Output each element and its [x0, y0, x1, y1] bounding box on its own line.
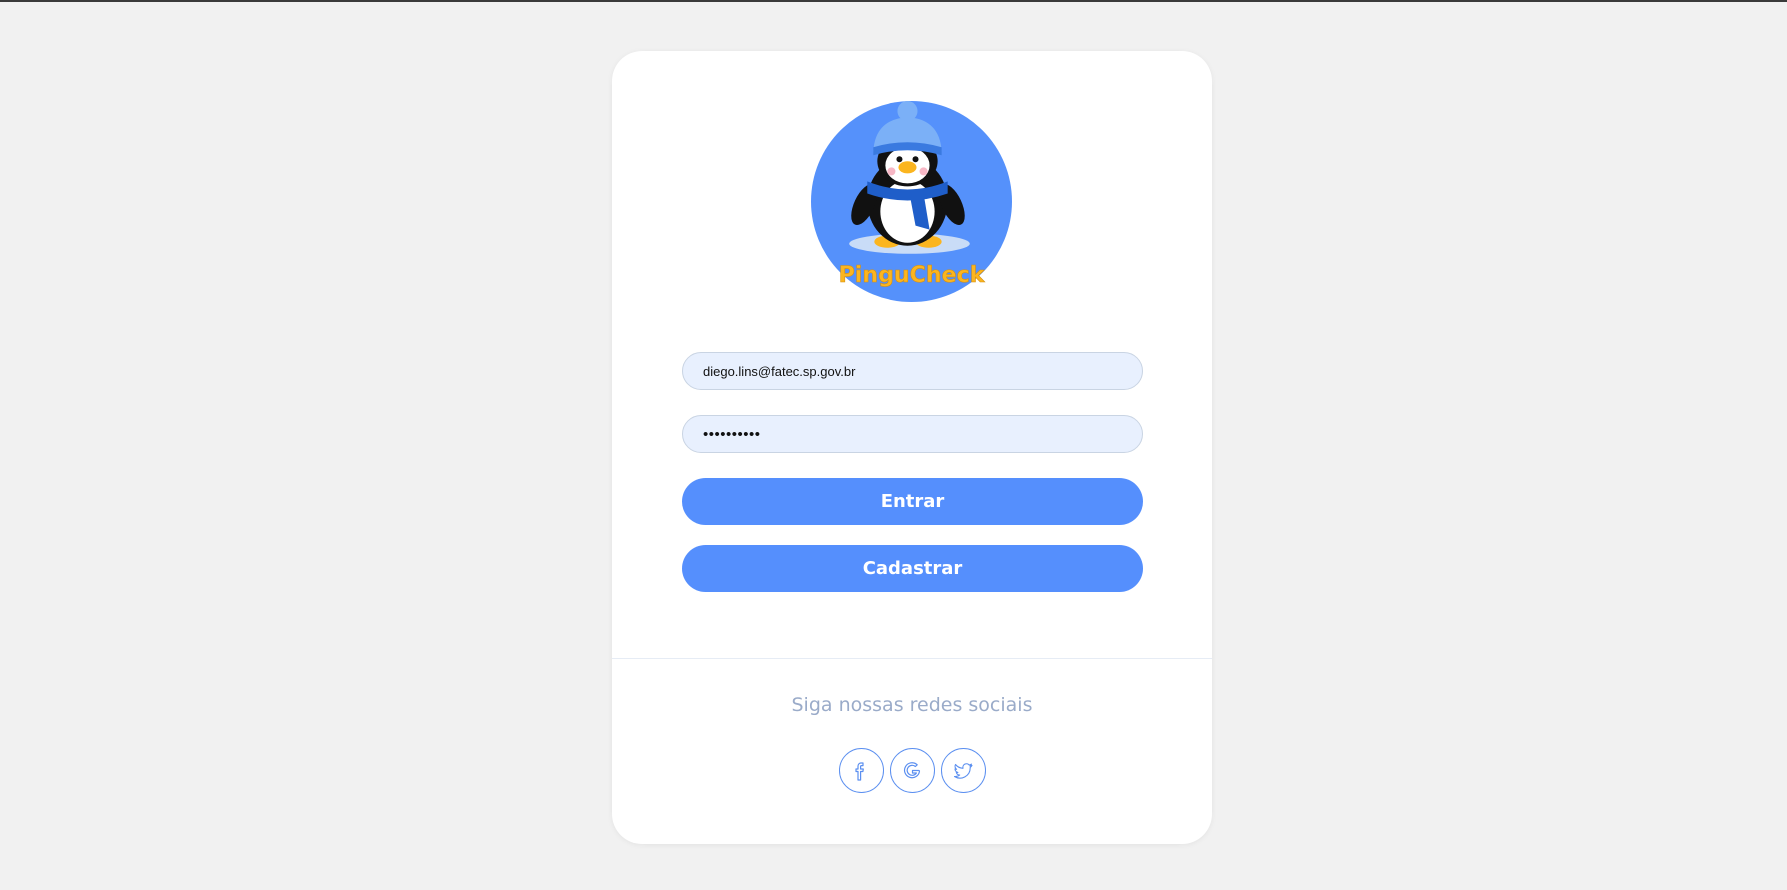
- google-button[interactable]: [889, 748, 935, 793]
- signup-button[interactable]: Cadastrar: [682, 545, 1143, 592]
- logo-text: PinguCheck: [839, 262, 986, 288]
- pingucheck-logo: PinguCheck: [811, 101, 1012, 302]
- google-icon: [903, 761, 921, 778]
- facebook-button[interactable]: [838, 748, 884, 793]
- login-card: PinguCheck Entrar Cadastrar Siga nossas …: [612, 51, 1212, 844]
- facebook-icon: [855, 761, 864, 781]
- login-button[interactable]: Entrar: [682, 478, 1143, 525]
- window-top-border: [0, 0, 1787, 2]
- twitter-button[interactable]: [940, 748, 986, 793]
- social-links: [612, 748, 1212, 793]
- email-field[interactable]: [682, 352, 1143, 390]
- penguin-logo-image: PinguCheck: [811, 101, 1012, 302]
- password-field[interactable]: [682, 415, 1143, 453]
- social-section-title: Siga nossas redes sociais: [791, 694, 1033, 716]
- twitter-icon: [953, 762, 973, 779]
- section-divider: [612, 658, 1212, 659]
